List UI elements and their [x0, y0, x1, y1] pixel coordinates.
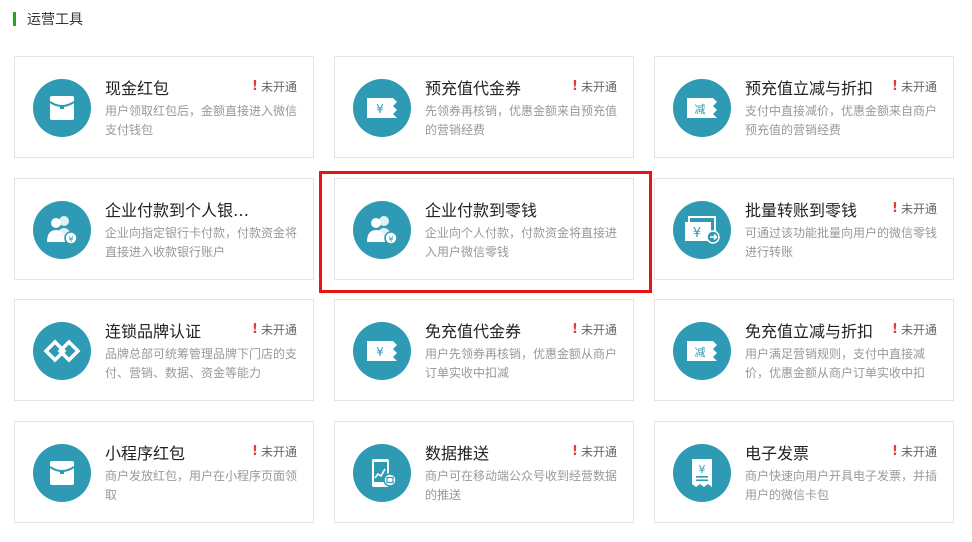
tool-card-prepaid-coupon[interactable]: ¥ 预充值代金券 ! 未开通 先领券再核销，优惠金额来自预充值的营销经费 [334, 56, 634, 158]
card-description: 用户领取红包后，金额直接进入微信支付钱包 [105, 104, 298, 137]
card-description: 用户满足营销规则，支付中直接减价，优惠金额从商户订单实收中扣 [745, 347, 926, 380]
status-badge: ! 未开通 [252, 79, 297, 94]
card-title: 免充值代金券 [425, 322, 522, 341]
tool-card-brand-chain[interactable]: 连锁品牌认证 ! 未开通 品牌总部可统筹管理品牌下门店的支付、营销、数据、资金等能… [14, 299, 314, 401]
warning-icon: ! [252, 79, 258, 94]
status-badge: ! 未开通 [892, 201, 937, 216]
batch-transfer-icon: ¥ [673, 201, 731, 259]
invoice-icon: ¥ [673, 444, 731, 502]
card-description: 商户发放红包，用户在小程序页面领取 [105, 469, 298, 502]
card-title: 现金红包 [105, 79, 170, 98]
warning-icon: ! [892, 79, 898, 94]
card-title: 电子发票 [745, 444, 810, 463]
card-title: 批量转账到零钱 [745, 201, 858, 220]
discount-icon: 减 [673, 322, 731, 380]
warning-icon: ! [572, 79, 578, 94]
card-title: 企业付款到零钱 [425, 201, 538, 220]
card-title: 企业付款到个人银… [105, 201, 250, 220]
card-description: 品牌总部可统筹管理品牌下门店的支付、营销、数据、资金等能力 [105, 347, 298, 380]
tool-card-free-discount[interactable]: 减 免充值立减与折扣 ! 未开通 用户满足营销规则，支付中直接减价，优惠金额从商户… [654, 299, 954, 401]
status-badge: ! 未开通 [572, 444, 617, 459]
card-description: 商户快速向用户开具电子发票，并插用户的微信卡包 [745, 469, 938, 502]
card-title: 小程序红包 [105, 444, 186, 463]
yuan-coupon-icon: ¥ [353, 79, 411, 137]
tool-card-data-push[interactable]: 数据推送 ! 未开通 商户可在移动端公众号收到经营数据的推送 [334, 421, 634, 523]
card-title: 连锁品牌认证 [105, 322, 202, 341]
svg-text:¥: ¥ [68, 235, 73, 244]
red-packet-icon [33, 444, 91, 502]
card-description: 商户可在移动端公众号收到经营数据的推送 [425, 469, 618, 502]
tool-card-pay-to-change[interactable]: ¥ 企业付款到零钱 企业向个人付款，付款资金将直接进入用户微信零钱 [334, 178, 634, 280]
card-title: 数据推送 [425, 444, 490, 463]
svg-text:减: 减 [695, 103, 706, 116]
status-badge: ! 未开通 [892, 79, 937, 94]
card-description: 先领券再核销，优惠金额来自预充值的营销经费 [425, 104, 618, 137]
users-payment-icon: ¥ [33, 201, 91, 259]
tool-card-batch-transfer[interactable]: ¥ 批量转账到零钱 ! 未开通 可通过该功能批量向用户的微信零钱进行转账 [654, 178, 954, 280]
warning-icon: ! [572, 444, 578, 459]
status-badge: ! 未开通 [252, 444, 297, 459]
status-badge: ! 未开通 [572, 79, 617, 94]
yuan-coupon-icon: ¥ [353, 322, 411, 380]
card-description: 用户先领券再核销，优惠金额从商户订单实收中扣减 [425, 347, 618, 380]
tool-card-e-invoice[interactable]: ¥ 电子发票 ! 未开通 商户快速向用户开具电子发票，并插用户的微信卡包 [654, 421, 954, 523]
warning-icon: ! [252, 444, 258, 459]
svg-text:¥: ¥ [376, 102, 384, 116]
section-accent-bar [13, 12, 16, 26]
warning-icon: ! [892, 322, 898, 337]
red-packet-icon [33, 79, 91, 137]
status-badge: ! 未开通 [252, 322, 297, 337]
tool-card-cash-red-packet[interactable]: 现金红包 ! 未开通 用户领取红包后，金额直接进入微信支付钱包 [14, 56, 314, 158]
section-title: 运营工具 [27, 12, 83, 28]
warning-icon: ! [572, 322, 578, 337]
warning-icon: ! [892, 201, 898, 216]
svg-text:减: 减 [695, 346, 706, 359]
brand-chain-icon [33, 322, 91, 380]
card-description: 支付中直接减价，优惠金额来自商户预充值的营销经费 [745, 104, 938, 137]
card-description: 企业向指定银行卡付款，付款资金将直接进入收款银行账户 [105, 226, 298, 259]
card-description: 企业向个人付款，付款资金将直接进入用户微信零钱 [425, 226, 618, 259]
warning-icon: ! [252, 322, 258, 337]
card-title: 预充值立减与折扣 [745, 79, 874, 98]
users-payment-icon: ¥ [353, 201, 411, 259]
tool-card-pay-to-bank[interactable]: ¥ 企业付款到个人银… 企业向指定银行卡付款，付款资金将直接进入收款银行账户 [14, 178, 314, 280]
card-title: 预充值代金券 [425, 79, 522, 98]
svg-text:¥: ¥ [693, 226, 701, 241]
tool-card-free-coupon[interactable]: ¥ 免充值代金券 ! 未开通 用户先领券再核销，优惠金额从商户订单实收中扣减 [334, 299, 634, 401]
card-description: 可通过该功能批量向用户的微信零钱进行转账 [745, 226, 938, 259]
status-badge: ! 未开通 [572, 322, 617, 337]
section-header: 运营工具 [13, 10, 83, 28]
card-title: 免充值立减与折扣 [745, 322, 874, 341]
warning-icon: ! [892, 444, 898, 459]
svg-text:¥: ¥ [376, 345, 384, 359]
data-push-icon [353, 444, 411, 502]
svg-text:¥: ¥ [699, 463, 706, 476]
svg-text:¥: ¥ [388, 235, 393, 244]
status-badge: ! 未开通 [892, 444, 937, 459]
tool-card-miniprogram-red-packet[interactable]: 小程序红包 ! 未开通 商户发放红包，用户在小程序页面领取 [14, 421, 314, 523]
tool-card-prepaid-discount[interactable]: 减 预充值立减与折扣 ! 未开通 支付中直接减价，优惠金额来自商户预充值的营销经费 [654, 56, 954, 158]
status-badge: ! 未开通 [892, 322, 937, 337]
discount-icon: 减 [673, 79, 731, 137]
